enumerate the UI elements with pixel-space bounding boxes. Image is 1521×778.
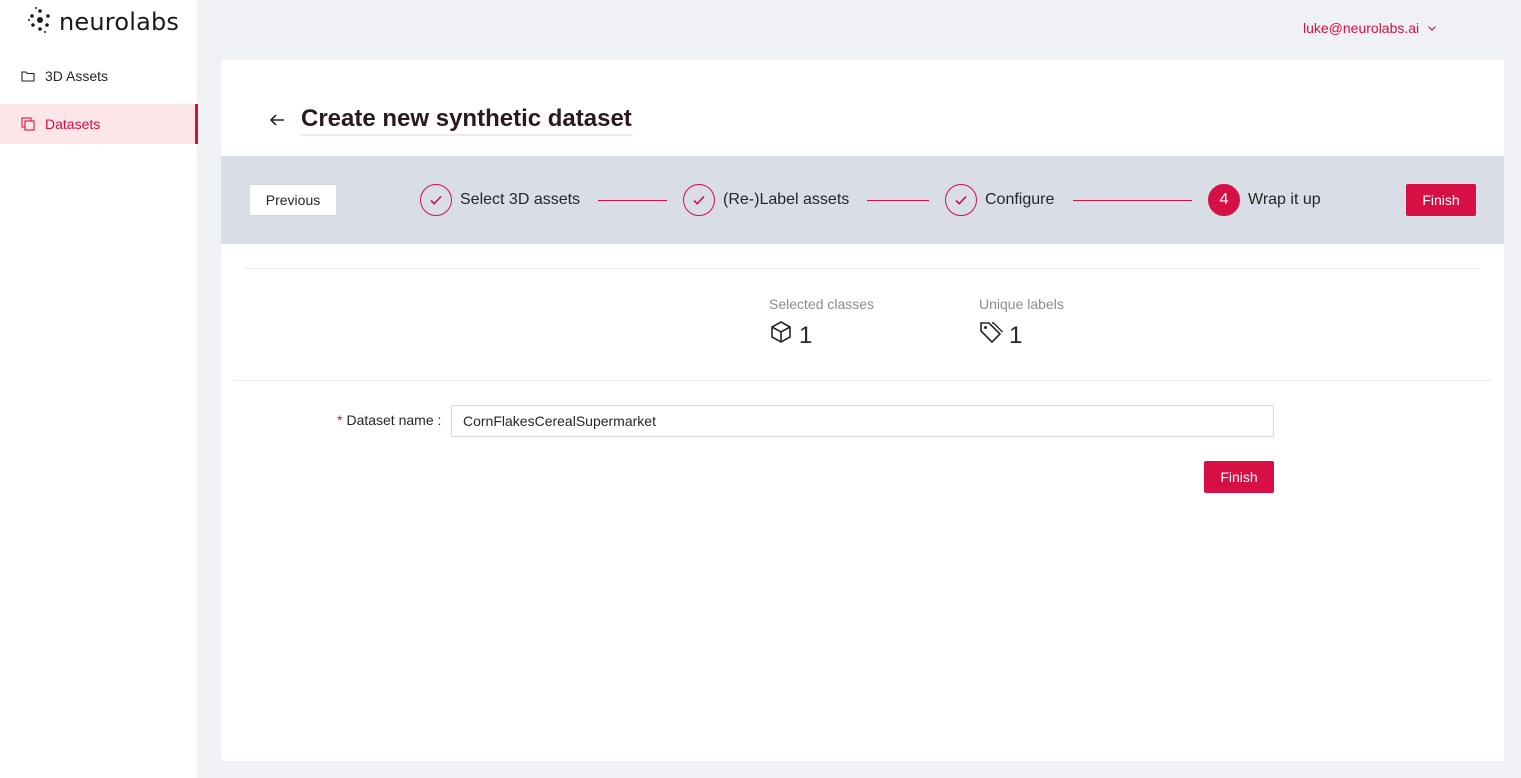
step-label: Wrap it up — [1248, 191, 1321, 208]
main-card: Create new synthetic dataset Previous Se… — [221, 60, 1504, 761]
stat-title: Unique labels — [979, 296, 1064, 312]
label-colon: : — [433, 412, 442, 428]
finish-button-bottom[interactable]: Finish — [1204, 461, 1274, 493]
required-mark: * — [337, 412, 343, 428]
stat-value: 1 — [1009, 321, 1023, 349]
step-number: 4 — [1208, 184, 1240, 216]
sidebar: neurolabs 3D Assets Datasets — [0, 0, 198, 778]
cube-icon — [769, 320, 793, 351]
back-button[interactable] — [267, 110, 287, 130]
dataset-name-label: * Dataset name : — [337, 412, 441, 428]
check-icon — [945, 184, 977, 216]
step-label: Configure — [985, 191, 1055, 208]
chevron-down-icon — [1427, 20, 1437, 36]
stat-value: 1 — [799, 321, 813, 349]
check-icon — [420, 184, 452, 216]
step-wrap-it-up[interactable]: 4 Wrap it up — [1208, 184, 1321, 216]
sidebar-item-datasets[interactable]: Datasets — [0, 104, 198, 144]
divider — [244, 268, 1480, 269]
stat-title: Selected classes — [769, 296, 875, 312]
stat-value-row: 1 — [979, 320, 1064, 351]
dataset-name-label-text: Dataset name — [346, 412, 434, 428]
sidebar-item-label: 3D Assets — [45, 68, 109, 84]
arrow-left-icon — [269, 114, 284, 126]
finish-button-top[interactable]: Finish — [1406, 184, 1476, 216]
step-label: (Re-)Label assets — [723, 191, 850, 208]
step-relabel-assets[interactable]: (Re-)Label assets — [683, 184, 849, 216]
tags-icon — [979, 320, 1003, 351]
step-connector — [1073, 200, 1192, 201]
folder-icon — [21, 69, 35, 83]
step-label: Select 3D assets — [460, 191, 581, 208]
logo-text: neurolabs — [59, 8, 180, 36]
step-connector — [867, 200, 929, 201]
user-menu[interactable]: luke@neurolabs.ai — [1303, 18, 1437, 38]
neurolabs-logo-icon — [25, 5, 55, 40]
page-title: Create new synthetic dataset — [301, 104, 632, 136]
stat-unique-labels: Unique labels 1 — [979, 296, 1064, 351]
step-connector — [598, 200, 667, 201]
stat-value-row: 1 — [769, 320, 874, 351]
divider — [233, 380, 1492, 381]
steps-bar: Previous Select 3D assets (Re-)Label ass… — [221, 156, 1504, 244]
page-header: Create new synthetic dataset — [267, 102, 632, 138]
user-email: luke@neurolabs.ai — [1303, 20, 1420, 36]
sidebar-item-3d-assets[interactable]: 3D Assets — [0, 56, 198, 96]
stat-selected-classes: Selected classes 1 — [769, 296, 874, 351]
dataset-name-input[interactable] — [451, 405, 1274, 437]
previous-button[interactable]: Previous — [249, 184, 337, 216]
check-icon — [683, 184, 715, 216]
step-select-3d-assets[interactable]: Select 3D assets — [420, 184, 580, 216]
step-configure[interactable]: Configure — [945, 184, 1054, 216]
sidebar-item-label: Datasets — [45, 116, 101, 132]
logo[interactable]: neurolabs — [25, 6, 179, 38]
copy-icon — [21, 117, 35, 131]
